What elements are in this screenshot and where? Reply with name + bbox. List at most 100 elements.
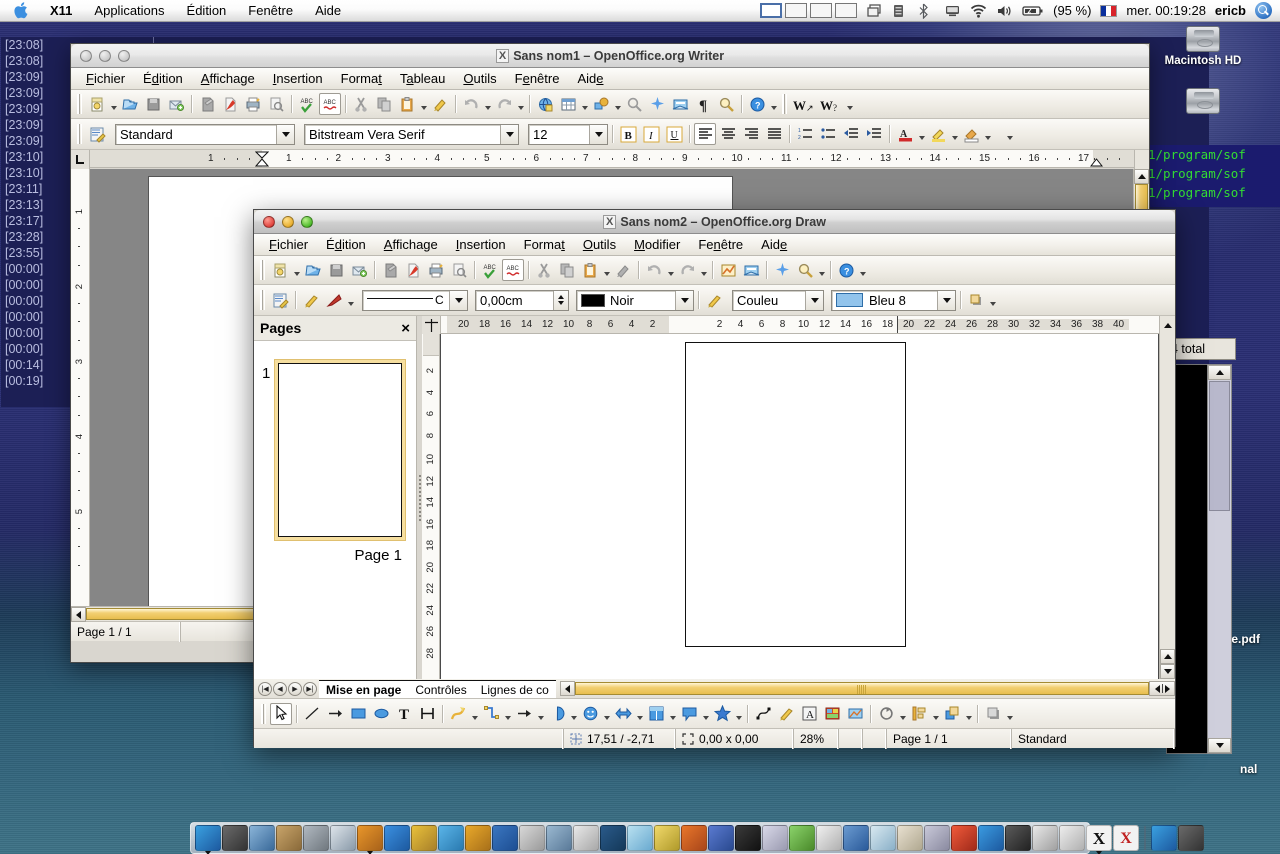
arrange-tool[interactable]: [941, 703, 963, 725]
draw-titlebar[interactable]: XSans nom2 – OpenOffice.org Draw: [254, 210, 1175, 234]
line-color-combo[interactable]: Noir: [576, 290, 694, 311]
draw-standard-toolbar[interactable]: ABC ABC: [254, 256, 1175, 285]
formatting-marks-icon[interactable]: ¶: [692, 93, 714, 115]
scroll-up-button[interactable]: [1134, 169, 1149, 184]
writer-menu-aide[interactable]: Aide: [568, 70, 612, 87]
scrollbar-thumb[interactable]: [575, 682, 1149, 695]
last-page-button[interactable]: ▶|: [303, 682, 317, 696]
menubar-item-x11[interactable]: X11: [39, 0, 83, 22]
dock-ical-icon[interactable]: [951, 825, 977, 851]
dock-iphoto-icon[interactable]: [546, 825, 572, 851]
writer-menu-bar[interactable]: Fichier Édition Affichage Insertion Form…: [71, 68, 1149, 90]
undo-dropdown[interactable]: [483, 93, 492, 115]
draw-menu-fichier[interactable]: Fichier: [260, 236, 317, 253]
redo-dropdown[interactable]: [699, 259, 708, 281]
toolbar-grip[interactable]: [261, 704, 266, 724]
dock-mail-at-icon[interactable]: [1151, 825, 1177, 851]
display-icon[interactable]: [944, 3, 961, 19]
scroll-up-button[interactable]: [1160, 649, 1175, 664]
lines-arrows-dropdown[interactable]: [536, 703, 545, 725]
apply-style-icon[interactable]: [86, 123, 108, 145]
layer-tab-controles[interactable]: Contrôles: [408, 680, 473, 698]
right-indent-marker-icon[interactable]: [1090, 158, 1103, 168]
display-grid-icon[interactable]: [740, 259, 762, 281]
autospellcheck-icon[interactable]: ABC: [319, 93, 341, 115]
page-navigation-buttons[interactable]: |◀ ◀ ▶ ▶|: [254, 682, 317, 696]
spotlight-icon[interactable]: [1255, 2, 1272, 19]
dock-transmit-icon[interactable]: [357, 825, 383, 851]
dock-notes-icon[interactable]: [1059, 825, 1085, 851]
text-tool[interactable]: T: [393, 703, 415, 725]
new-document-icon[interactable]: [86, 93, 108, 115]
dock-finder-icon[interactable]: [195, 825, 221, 851]
minimize-button[interactable]: [99, 50, 111, 62]
menubar-item-fenetre[interactable]: Fenêtre: [237, 0, 304, 22]
fontwork-tool[interactable]: A: [798, 703, 820, 725]
chevron-down-icon[interactable]: [449, 291, 467, 310]
glue-points-tool[interactable]: [775, 703, 797, 725]
space-4-indicator[interactable]: [835, 3, 857, 18]
toolbar-grip[interactable]: [260, 260, 265, 280]
dock-xchat-icon[interactable]: X: [1113, 825, 1139, 851]
dock-itunes-icon[interactable]: [627, 825, 653, 851]
background-color-dropdown[interactable]: [983, 123, 992, 145]
increase-indent-button[interactable]: [863, 123, 885, 145]
chevron-down-icon[interactable]: [276, 125, 294, 144]
dock-mail-icon[interactable]: [519, 825, 545, 851]
ordered-list-button[interactable]: 12: [794, 123, 816, 145]
bold-button[interactable]: B: [617, 123, 639, 145]
menubar-item-edition[interactable]: Édition: [176, 0, 238, 22]
alignment-tool[interactable]: [908, 703, 930, 725]
dock-firefox-icon[interactable]: [681, 825, 707, 851]
space-1-indicator[interactable]: [760, 3, 782, 18]
overflow-dropdown[interactable]: [845, 93, 854, 115]
basic-shapes-tool[interactable]: [546, 703, 568, 725]
edit-file-icon[interactable]: [379, 259, 401, 281]
new-document-icon[interactable]: [269, 259, 291, 281]
toolbar-grip[interactable]: [782, 94, 787, 114]
cut-icon[interactable]: [533, 259, 555, 281]
draw-menu-format[interactable]: Format: [515, 236, 574, 253]
zoom-button[interactable]: [118, 50, 130, 62]
dock-text-editor-icon[interactable]: [600, 825, 626, 851]
alignment-dropdown[interactable]: [931, 703, 940, 725]
arrow-style-dropdown[interactable]: [346, 289, 355, 311]
toolbar-grip[interactable]: [77, 94, 82, 114]
block-arrows-dropdown[interactable]: [635, 703, 644, 725]
writer-menu-edition[interactable]: Édition: [134, 70, 192, 87]
arrange-dropdown[interactable]: [964, 703, 973, 725]
shadow-tool[interactable]: [982, 703, 1004, 725]
draw-menu-outils[interactable]: Outils: [574, 236, 625, 253]
writer-menu-tableau[interactable]: Tableau: [391, 70, 455, 87]
draw-vertical-scrollbar[interactable]: [1159, 334, 1175, 679]
email-document-icon[interactable]: [165, 93, 187, 115]
dock-vlc-icon[interactable]: [465, 825, 491, 851]
standard-overflow-dropdown[interactable]: [858, 259, 867, 281]
font-color-button[interactable]: A: [894, 123, 916, 145]
dock-preview-icon[interactable]: [573, 825, 599, 851]
print-icon[interactable]: [242, 93, 264, 115]
draw-menu-insertion[interactable]: Insertion: [447, 236, 515, 253]
clone-formatting-icon[interactable]: [429, 93, 451, 115]
basic-shapes-dropdown[interactable]: [569, 703, 578, 725]
writer-menu-insertion[interactable]: Insertion: [264, 70, 332, 87]
fr-flag-icon[interactable]: [1100, 5, 1117, 17]
help-icon[interactable]: ?: [746, 93, 768, 115]
line-width-stepper[interactable]: [553, 291, 568, 310]
dock-quicktime-icon[interactable]: [978, 825, 1004, 851]
dock-keynote-icon[interactable]: [762, 825, 788, 851]
menubar-clock[interactable]: mer. 00:19:28: [1126, 3, 1206, 18]
area-style-edit-icon[interactable]: [703, 289, 725, 311]
writer-formatting-toolbar[interactable]: Standard Bitstream Vera Serif 12 B I U 1…: [71, 119, 1149, 150]
decrease-indent-button[interactable]: [840, 123, 862, 145]
scroll-up-button[interactable]: [1208, 365, 1231, 380]
email-document-icon[interactable]: [348, 259, 370, 281]
writer-window-controls[interactable]: [71, 50, 130, 62]
dock-address-book-icon[interactable]: [276, 825, 302, 851]
tools-overflow-dropdown[interactable]: [1005, 703, 1014, 725]
line-style-edit-icon[interactable]: [300, 289, 322, 311]
indent-marker-icon[interactable]: [255, 151, 269, 168]
desktop-icon-second-disk[interactable]: [1148, 88, 1258, 117]
draw-window-controls[interactable]: [254, 216, 313, 228]
line-tool[interactable]: [301, 703, 323, 725]
